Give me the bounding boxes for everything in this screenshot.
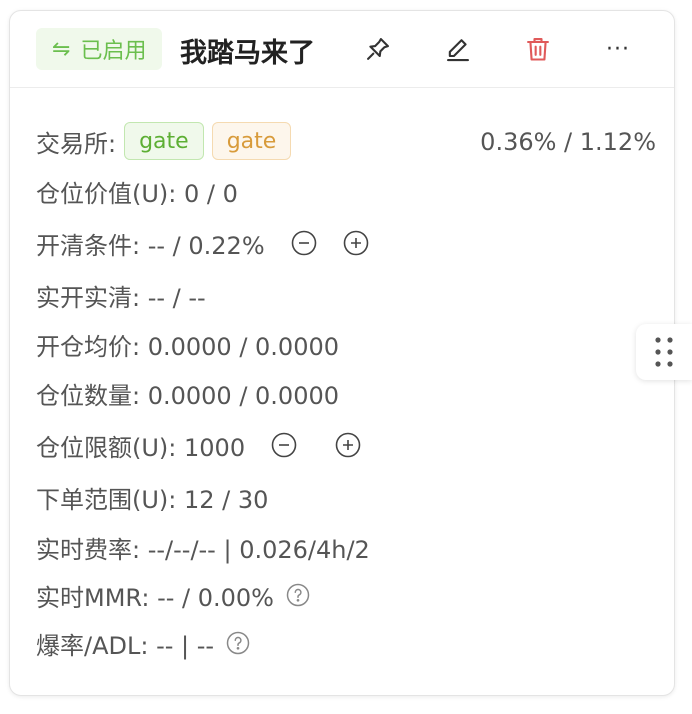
open-close-condition: 开清条件: -- / 0.22% bbox=[36, 231, 265, 260]
more-icon[interactable]: ··· bbox=[602, 33, 634, 65]
actual-open-close: 实开实清: -- / -- bbox=[36, 283, 206, 312]
order-range: 下单范围(U): 12 / 30 bbox=[36, 485, 269, 514]
help-icon[interactable] bbox=[226, 631, 250, 655]
drag-handle[interactable] bbox=[636, 324, 692, 380]
status-label: 已启用 bbox=[80, 39, 147, 64]
pin-icon[interactable] bbox=[362, 33, 394, 65]
grip-dots-icon bbox=[655, 337, 673, 367]
realtime-mmr: 实时MMR: -- / 0.00% bbox=[36, 583, 274, 612]
position-limit: 仓位限额(U): 1000 bbox=[36, 433, 246, 462]
avg-open-price: 开仓均价: 0.0000 / 0.0000 bbox=[36, 332, 340, 361]
avg-open-price-row: 开仓均价: 0.0000 / 0.0000 bbox=[36, 324, 339, 364]
realtime-fee: 实时费率: --/--/-- | 0.026/4h/2 bbox=[36, 535, 370, 564]
card-header: ⇋ 已启用 我踏马来了 ··· bbox=[10, 11, 674, 88]
position-value: 仓位价值(U): 0 / 0 bbox=[36, 179, 238, 208]
plus-circle-icon[interactable] bbox=[343, 230, 369, 256]
plus-circle-icon[interactable] bbox=[335, 432, 361, 458]
exchange-row: 交易所: gate gate bbox=[36, 121, 292, 161]
open-close-condition-row: 开清条件: -- / 0.22% bbox=[36, 223, 369, 263]
switch-icon: ⇋ bbox=[52, 36, 71, 62]
delete-icon[interactable] bbox=[522, 33, 554, 65]
minus-circle-icon[interactable] bbox=[271, 432, 297, 458]
exchange-label: 交易所: bbox=[36, 129, 117, 158]
realtime-fee-row: 实时费率: --/--/-- | 0.026/4h/2 bbox=[36, 527, 370, 567]
position-qty-row: 仓位数量: 0.0000 / 0.0000 bbox=[36, 373, 339, 413]
help-icon[interactable] bbox=[286, 583, 310, 607]
ratio-value: 0.36% / 1.12% bbox=[480, 128, 656, 156]
actual-open-close-row: 实开实清: -- / -- bbox=[36, 275, 206, 315]
exchange-tag-1: gate bbox=[124, 122, 204, 160]
liq-adl: 爆率/ADL: -- | -- bbox=[36, 631, 215, 660]
position-value-row: 仓位价值(U): 0 / 0 bbox=[36, 171, 238, 211]
realtime-mmr-row: 实时MMR: -- / 0.00% bbox=[36, 575, 310, 615]
position-limit-row: 仓位限额(U): 1000 bbox=[36, 425, 361, 465]
position-qty: 仓位数量: 0.0000 / 0.0000 bbox=[36, 381, 340, 410]
order-range-row: 下单范围(U): 12 / 30 bbox=[36, 477, 268, 517]
strategy-card: ⇋ 已启用 我踏马来了 ··· 交易所: gate gate 0.36% / 1… bbox=[9, 10, 675, 696]
minus-circle-icon[interactable] bbox=[291, 230, 317, 256]
edit-icon[interactable] bbox=[442, 33, 474, 65]
status-badge[interactable]: ⇋ 已启用 bbox=[36, 28, 163, 70]
exchange-tag-2: gate bbox=[211, 122, 292, 160]
card-title: 我踏马来了 bbox=[180, 38, 315, 69]
liq-adl-row: 爆率/ADL: -- | -- bbox=[36, 623, 250, 663]
